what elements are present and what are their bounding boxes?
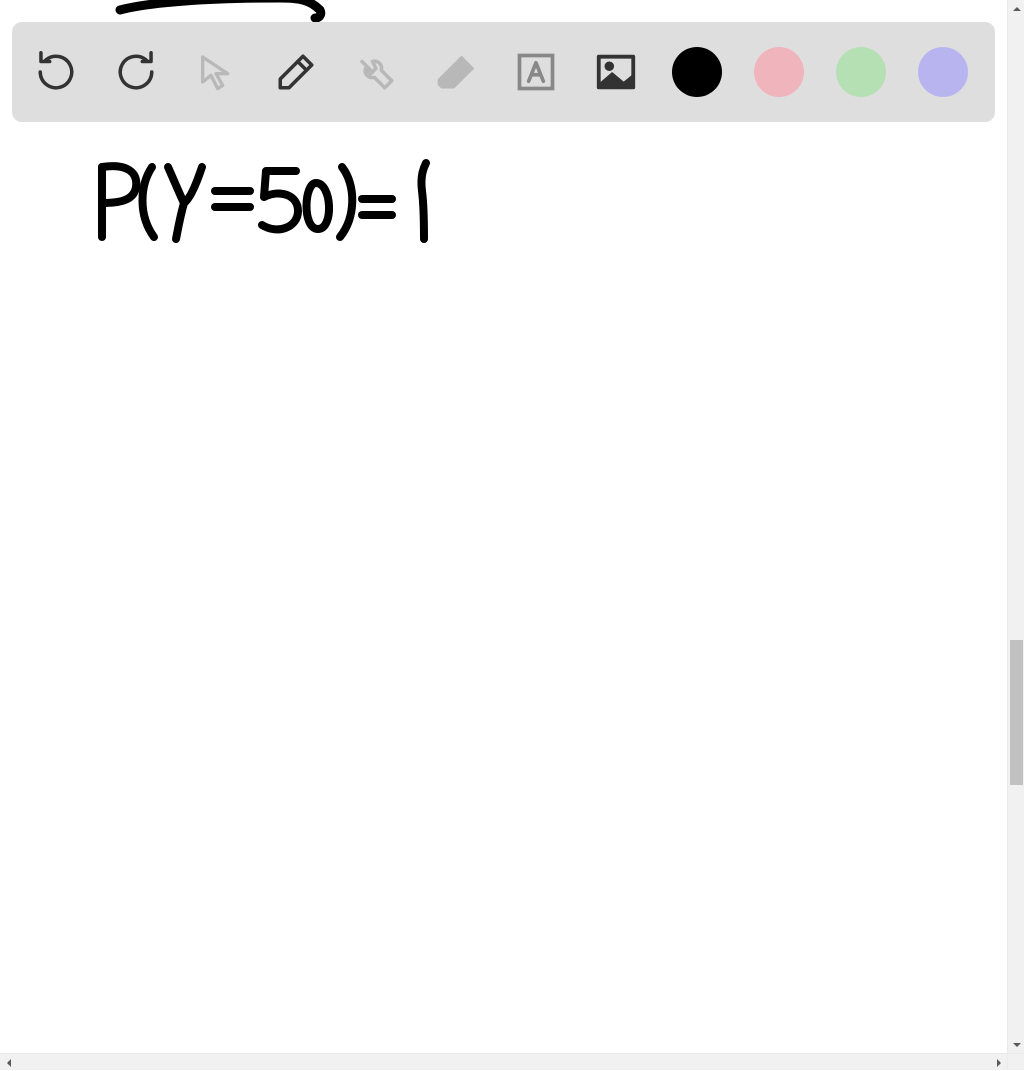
scroll-corner [1007, 1053, 1024, 1070]
image-button[interactable] [592, 48, 640, 96]
undo-button[interactable] [32, 48, 80, 96]
chevron-down-icon [1012, 1040, 1022, 1050]
color-swatch-green[interactable] [836, 47, 886, 97]
pen-icon [275, 51, 317, 93]
text-icon [514, 50, 558, 94]
canvas-handwriting [80, 145, 460, 265]
redo-icon [115, 51, 157, 93]
tools-button[interactable] [352, 48, 400, 96]
pointer-button[interactable] [192, 48, 240, 96]
text-button[interactable] [512, 48, 560, 96]
color-swatch-purple[interactable] [918, 47, 968, 97]
vertical-scroll-thumb[interactable] [1010, 640, 1023, 785]
horizontal-scrollbar[interactable] [0, 1053, 1007, 1070]
chevron-right-icon [994, 1058, 1004, 1068]
scroll-down-button[interactable] [1008, 1036, 1024, 1053]
redo-button[interactable] [112, 48, 160, 96]
tools-icon [355, 51, 397, 93]
vertical-scrollbar[interactable] [1007, 0, 1024, 1053]
pen-button[interactable] [272, 48, 320, 96]
color-swatch-pink[interactable] [754, 47, 804, 97]
scroll-right-button[interactable] [990, 1054, 1007, 1071]
undo-icon [35, 51, 77, 93]
drawing-canvas[interactable] [0, 0, 1007, 1053]
color-swatch-black[interactable] [672, 47, 722, 97]
eraser-icon [434, 50, 478, 94]
chevron-left-icon [4, 1058, 14, 1068]
eraser-button[interactable] [432, 48, 480, 96]
scroll-up-button[interactable] [1008, 0, 1024, 17]
scroll-left-button[interactable] [0, 1054, 17, 1071]
image-icon [593, 49, 639, 95]
pointer-icon [196, 52, 236, 92]
chevron-up-icon [1012, 4, 1022, 14]
drawing-toolbar [12, 22, 995, 122]
